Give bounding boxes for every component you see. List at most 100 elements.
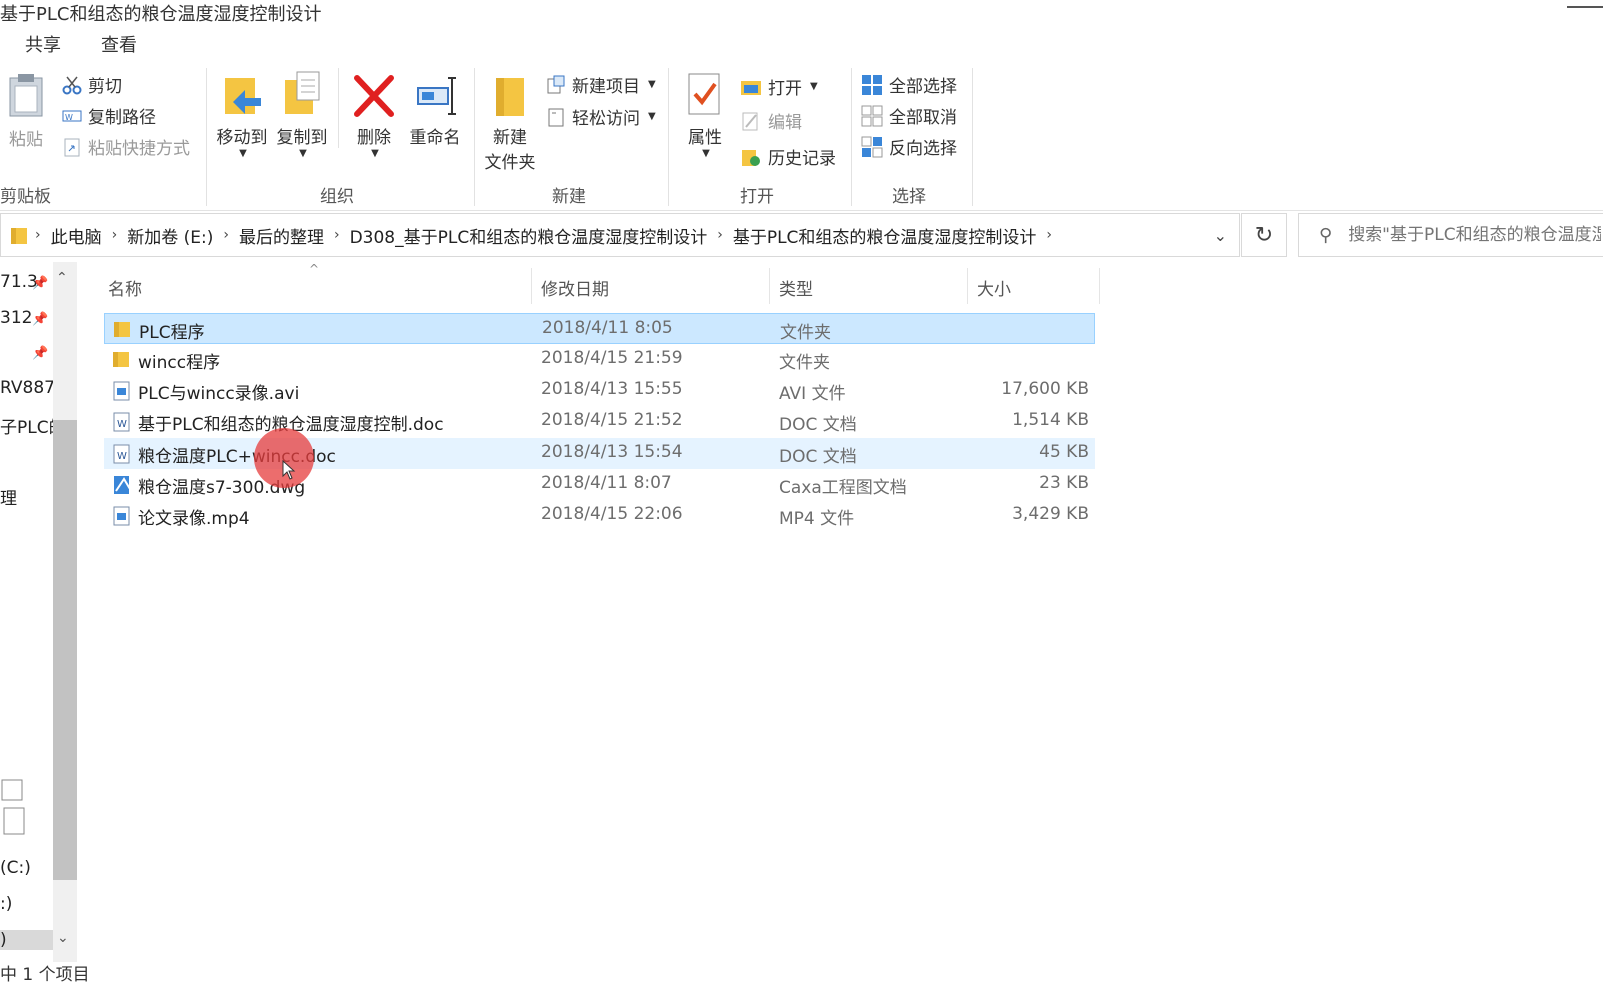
- breadcrumb-final-sort[interactable]: 最后的整理: [239, 223, 324, 248]
- column-header-type[interactable]: 类型: [779, 275, 813, 300]
- column-divider[interactable]: [1099, 268, 1100, 304]
- file-date: 2018/4/15 22:06: [541, 504, 683, 524]
- chevron-right-icon[interactable]: ›: [334, 227, 340, 243]
- ribbon-separator: [851, 68, 852, 206]
- pin-icon[interactable]: 📌: [32, 346, 48, 361]
- properties-label: 属性: [688, 128, 722, 148]
- file-size: 45 KB: [1039, 442, 1089, 462]
- chevron-right-icon[interactable]: ›: [717, 227, 723, 243]
- paste-label: 粘贴: [9, 130, 43, 150]
- file-date: 2018/4/13 15:54: [541, 442, 683, 462]
- file-row[interactable]: W 基于PLC和组态的粮仓温度湿度控制.doc 2018/4/15 21:52 …: [104, 406, 1095, 437]
- new-folder-label-1: 新建: [493, 128, 527, 148]
- invert-selection-icon: [861, 136, 883, 157]
- address-bar[interactable]: › 此电脑 › 新加卷 (E:) › 最后的整理 › D308_基于PLC和组态…: [0, 213, 1240, 257]
- file-row[interactable]: wincc程序 2018/4/15 21:59 文件夹: [104, 344, 1095, 375]
- breadcrumb-drive-e[interactable]: 新加卷 (E:): [127, 223, 213, 248]
- new-item-button[interactable]: 新建项目 ▼: [546, 72, 656, 97]
- file-row[interactable]: 论文录像.mp4 2018/4/15 22:06 MP4 文件 3,429 KB: [104, 500, 1095, 531]
- column-header-size[interactable]: 大小: [977, 275, 1011, 300]
- search-box[interactable]: ⚲: [1298, 213, 1603, 257]
- ribbon-separator: [972, 68, 973, 206]
- copy-path-icon: W: [62, 110, 82, 122]
- refresh-button[interactable]: ↻: [1241, 213, 1287, 257]
- select-none-label: 全部取消: [889, 108, 957, 128]
- file-type: 文件夹: [780, 323, 831, 343]
- chevron-down-icon[interactable]: ⌄: [1214, 226, 1227, 245]
- nav-item[interactable]: 312: [0, 308, 32, 328]
- caxa-drawing-icon: [114, 476, 131, 494]
- copy-to-label: 复制到: [276, 128, 328, 148]
- breadcrumb-current-folder[interactable]: 基于PLC和组态的粮仓温度湿度控制设计: [733, 223, 1037, 248]
- file-row[interactable]: W 粮仓温度PLC+wincc.doc 2018/4/13 15:54 DOC …: [104, 438, 1095, 469]
- sort-up-icon: ^: [309, 262, 320, 276]
- ribbon-separator: [668, 68, 669, 206]
- scroll-up-icon[interactable]: ⌃: [56, 270, 68, 286]
- new-item-label: 新建项目: [572, 77, 640, 97]
- column-divider[interactable]: [769, 268, 770, 304]
- column-divider[interactable]: [967, 268, 968, 304]
- copy-path-label: 复制路径: [88, 108, 156, 128]
- dropdown-caret-icon: ▼: [702, 148, 710, 159]
- group-label-select: 选择: [892, 187, 926, 207]
- word-doc-icon: W: [113, 412, 130, 432]
- file-type: MP4 文件: [779, 509, 855, 529]
- pin-icon[interactable]: 📌: [32, 276, 48, 291]
- edit-pencil-icon: [742, 112, 758, 130]
- paste-shortcut-label: 粘贴快捷方式: [88, 139, 190, 159]
- column-header-name[interactable]: 名称: [108, 275, 142, 300]
- breadcrumb-this-pc[interactable]: 此电脑: [51, 223, 102, 248]
- column-divider[interactable]: [531, 268, 532, 304]
- properties-button[interactable]: 属性 ▼: [682, 72, 728, 159]
- svg-text:W: W: [117, 419, 127, 430]
- easy-access-button[interactable]: 轻松访问 ▼: [546, 104, 656, 129]
- nav-scrollbar-thumb[interactable]: [53, 420, 77, 880]
- chevron-right-icon[interactable]: ›: [35, 227, 41, 243]
- invert-selection-button[interactable]: 反向选择: [861, 134, 957, 159]
- search-input[interactable]: [1346, 224, 1603, 246]
- column-header-date[interactable]: 修改日期: [541, 275, 609, 300]
- paste-button[interactable]: 粘贴: [4, 72, 48, 150]
- cut-button[interactable]: 剪切: [62, 72, 122, 97]
- paste-shortcut-button[interactable]: 粘贴快捷方式: [62, 134, 190, 159]
- delete-button[interactable]: 删除 ▼: [350, 72, 398, 159]
- open-label: 打开: [768, 79, 802, 99]
- file-row[interactable]: PLC与wincc录像.avi 2018/4/13 15:55 AVI 文件 1…: [104, 375, 1095, 406]
- select-all-button[interactable]: 全部选择: [861, 72, 957, 97]
- select-none-button[interactable]: 全部取消: [861, 103, 957, 128]
- chevron-right-icon[interactable]: ›: [112, 227, 118, 243]
- dropdown-caret-icon: ▼: [810, 81, 818, 92]
- scroll-down-icon[interactable]: ⌄: [57, 930, 69, 946]
- file-row[interactable]: PLC程序 2018/4/11 8:05 文件夹: [104, 313, 1095, 344]
- delete-x-icon: [354, 75, 394, 117]
- open-button[interactable]: 打开 ▼: [740, 74, 818, 99]
- rename-button[interactable]: 重命名: [404, 72, 466, 148]
- move-to-button[interactable]: 移动到 ▼: [214, 70, 270, 159]
- nav-item-drive-c[interactable]: (C:): [0, 858, 31, 878]
- edit-button[interactable]: 编辑: [740, 108, 802, 133]
- paste-shortcut-icon: [64, 138, 80, 156]
- minimize-icon[interactable]: [1567, 6, 1603, 8]
- nav-item-selected[interactable]: ): [0, 930, 53, 950]
- computer-icon: [1, 779, 25, 835]
- invert-selection-label: 反向选择: [889, 139, 957, 159]
- breadcrumb-d308[interactable]: D308_基于PLC和组态的粮仓温度湿度控制设计: [350, 223, 708, 248]
- pin-icon[interactable]: 📌: [32, 312, 48, 327]
- file-row[interactable]: 粮仓温度s7-300.dwg 2018/4/11 8:07 Caxa工程图文档 …: [104, 469, 1095, 500]
- chevron-right-icon[interactable]: ›: [223, 227, 229, 243]
- chevron-right-icon[interactable]: ›: [1046, 227, 1052, 243]
- group-label-clipboard: 剪贴板: [0, 187, 51, 207]
- nav-item[interactable]: 理: [0, 484, 17, 509]
- search-icon: ⚲: [1319, 224, 1333, 246]
- tab-share[interactable]: 共享: [25, 31, 61, 57]
- move-to-label: 移动到: [216, 128, 268, 148]
- new-folder-button[interactable]: 新建 文件夹: [480, 72, 540, 173]
- tab-view[interactable]: 查看: [101, 31, 137, 57]
- svg-text:W: W: [117, 451, 127, 462]
- copy-to-button[interactable]: 复制到 ▼: [274, 70, 330, 159]
- history-button[interactable]: 历史记录: [740, 144, 836, 169]
- nav-item[interactable]: :): [0, 894, 12, 914]
- mouse-pointer-icon: [282, 460, 296, 480]
- copy-path-button[interactable]: W 复制路径: [62, 103, 156, 128]
- ribbon: 粘贴 剪切 W 复制路径 粘贴快捷方式 剪贴板 移动到 ▼ 复制到 ▼ 删除 ▼…: [0, 62, 1603, 211]
